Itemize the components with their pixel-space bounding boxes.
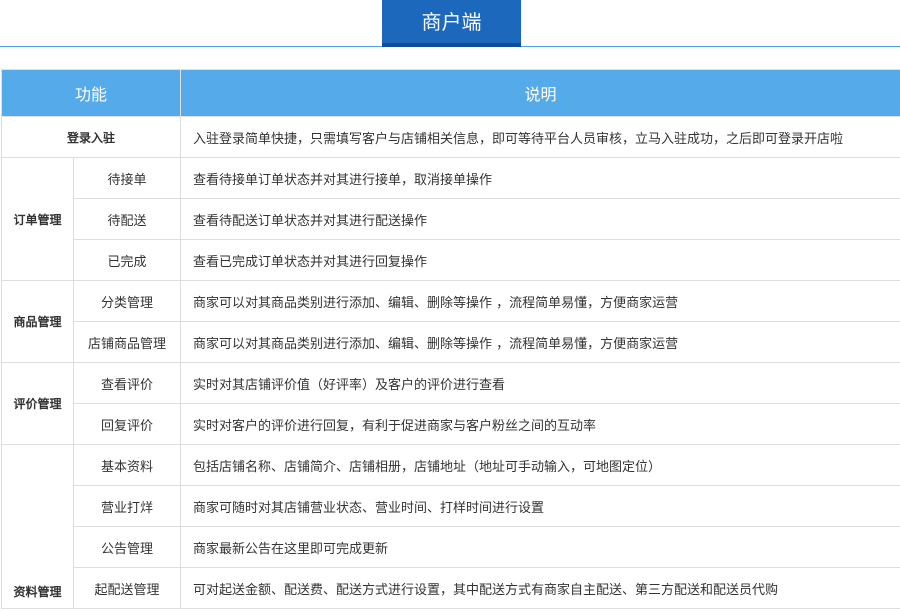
table-row: 回复评价 实时对客户的评价进行回复，有利于促进商家与客户粉丝之间的互动率 bbox=[2, 403, 900, 445]
row-desc: 可对起送金额、配送费、配送方式进行设置，其中配送方式有商家自主配送、第三方配送和… bbox=[180, 567, 900, 609]
page-title: 商户端 bbox=[382, 0, 521, 47]
row-sub-label: 分类管理 bbox=[72, 280, 182, 322]
table-row: 评价管理 查看评价 实时对其店铺评价值（好评率）及客户的评价进行查看 bbox=[1, 362, 900, 445]
row-desc: 入驻登录简单快捷，只需填写客户与店铺相关信息，即可等待平台人员审核，立马入驻成功… bbox=[180, 116, 900, 158]
group-label-order: 订单管理 bbox=[1, 157, 74, 281]
row-desc: 查看待接单订单状态并对其进行接单，取消接单操作 bbox=[180, 157, 900, 199]
table-row: 店铺商品管理 商家可以对其商品类别进行添加、编辑、删除等操作 ，流程简单易懂，方… bbox=[2, 321, 900, 363]
feature-table: 功能 说明 登录入驻 入驻登录简单快捷，只需填写客户与店铺相关信息，即可等待平台… bbox=[0, 69, 900, 609]
row-sub-label: 起配送管理 bbox=[72, 567, 182, 609]
row-sub-label: 待配送 bbox=[72, 198, 182, 240]
header-function: 功能 bbox=[0, 69, 182, 117]
header-description: 说明 bbox=[180, 69, 900, 117]
table-header: 功能 说明 bbox=[0, 69, 900, 117]
row-desc: 实时对其店铺评价值（好评率）及客户的评价进行查看 bbox=[180, 362, 900, 404]
row-desc: 包括店铺名称、店铺简介、店铺相册，店铺地址（地址可手动输入，可地图定位） bbox=[180, 444, 900, 486]
table-row: 商品管理 分类管理 商家可以对其商品类别进行添加、编辑、删除等操作 ，流程简单易… bbox=[1, 280, 900, 363]
table-row: 公告管理 商家最新公告在这里即可完成更新 bbox=[2, 526, 900, 568]
row-sub-label: 待接单 bbox=[72, 157, 182, 199]
row-sub-label: 营业打烊 bbox=[72, 485, 182, 527]
table-row: 起配送管理 可对起送金额、配送费、配送方式进行设置，其中配送方式有商家自主配送、… bbox=[2, 567, 900, 609]
row-sub-label: 店铺商品管理 bbox=[72, 321, 182, 363]
group-label-goods: 商品管理 bbox=[1, 280, 74, 363]
group-label-profile: 资料管理 bbox=[1, 444, 74, 609]
row-label-login: 登录入驻 bbox=[0, 116, 182, 158]
row-sub-label: 查看评价 bbox=[72, 362, 182, 404]
table-row: 已完成 查看已完成订单状态并对其进行回复操作 bbox=[2, 239, 900, 281]
row-desc: 实时对客户的评价进行回复，有利于促进商家与客户粉丝之间的互动率 bbox=[180, 403, 900, 445]
row-sub-label: 回复评价 bbox=[72, 403, 182, 445]
row-desc: 商家可随时对其店铺营业状态、营业时间、打样时间进行设置 bbox=[180, 485, 900, 527]
row-sub-label: 已完成 bbox=[72, 239, 182, 281]
row-sub-label: 基本资料 bbox=[72, 444, 182, 486]
table-row: 订单管理 待接单 查看待接单订单状态并对其进行接单，取消接单操作 bbox=[1, 157, 900, 281]
table-row: 资料管理 基本资料 包括店铺名称、店铺简介、店铺相册，店铺地址（地址可手动输入，… bbox=[1, 444, 900, 609]
table-row: 待配送 查看待配送订单状态并对其进行配送操作 bbox=[2, 198, 900, 240]
row-desc: 查看已完成订单状态并对其进行回复操作 bbox=[180, 239, 900, 281]
row-desc: 商家可以对其商品类别进行添加、编辑、删除等操作 ，流程简单易懂，方便商家运营 bbox=[180, 321, 900, 363]
row-desc: 商家可以对其商品类别进行添加、编辑、删除等操作 ，流程简单易懂，方便商家运营 bbox=[180, 280, 900, 322]
row-sub-label: 公告管理 bbox=[72, 526, 182, 568]
table-row: 营业打烊 商家可随时对其店铺营业状态、营业时间、打样时间进行设置 bbox=[2, 485, 900, 527]
row-desc: 查看待配送订单状态并对其进行配送操作 bbox=[180, 198, 900, 240]
row-desc: 商家最新公告在这里即可完成更新 bbox=[180, 526, 900, 568]
table-row: 登录入驻 入驻登录简单快捷，只需填写客户与店铺相关信息，即可等待平台人员审核，立… bbox=[0, 116, 900, 158]
group-label-review: 评价管理 bbox=[1, 362, 74, 445]
